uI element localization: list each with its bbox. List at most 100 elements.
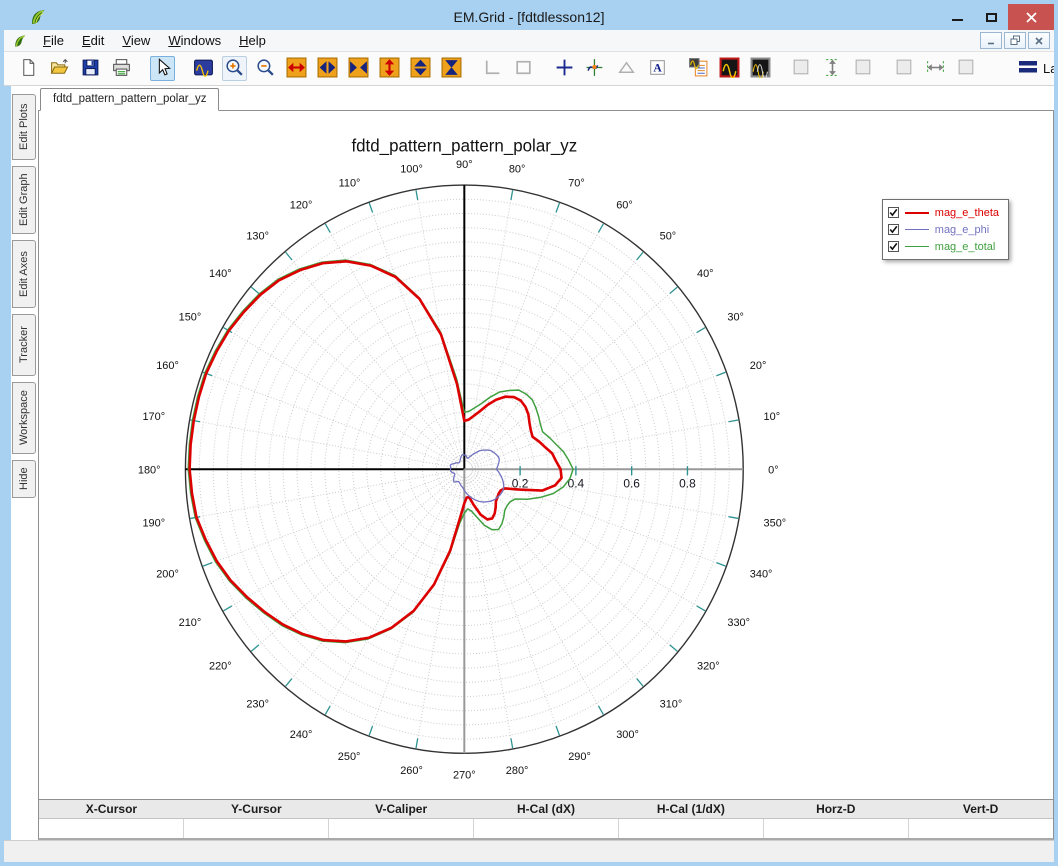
svg-text:240°: 240° <box>290 729 313 741</box>
tracker-column-label: V-Caliper <box>375 802 428 816</box>
print-icon <box>111 57 132 81</box>
zoom-out-button[interactable] <box>253 56 278 81</box>
text-annotation-button[interactable]: A <box>645 56 670 81</box>
zoom-in-icon <box>224 57 245 81</box>
mdi-minimize-icon <box>988 42 994 44</box>
polar-plot-area[interactable]: 0.2 0.4 0.6 0.8 0° 10° 20° 30° 40° 50° 60° 70° 80° 90… <box>38 111 1054 799</box>
svg-text:340°: 340° <box>750 569 773 581</box>
crosshair-button[interactable] <box>552 56 577 81</box>
svg-text:280°: 280° <box>506 765 529 777</box>
menu-item-view[interactable]: View <box>113 31 159 50</box>
document-area: fdtd_pattern_pattern_polar_yz 0.2 0.4 0.6 0… <box>38 86 1054 840</box>
legend-checkbox[interactable] <box>887 207 899 218</box>
pane-left-icon <box>791 57 812 81</box>
corner-axes-button <box>480 56 505 81</box>
legend-checkbox[interactable] <box>887 241 899 252</box>
svg-text:fdtd_pattern_pattern_polar_yz: fdtd_pattern_pattern_polar_yz <box>351 136 577 155</box>
toolbar: A Layout <box>4 52 1054 86</box>
compress-x-button[interactable] <box>346 56 371 81</box>
arrows-y-button[interactable] <box>408 56 433 81</box>
sidebar-tab-strip: Edit Plots Edit Graph Edit Axes Tracker Work… <box>4 86 38 840</box>
window-title: EM.Grid - [fdtdlesson12] <box>453 9 605 25</box>
svg-text:60°: 60° <box>616 200 633 212</box>
compress-y-icon <box>441 57 462 81</box>
multi-graph-button[interactable] <box>748 56 773 81</box>
menu-item-file[interactable]: File <box>34 31 73 50</box>
layout-dropdown-button[interactable]: Layout <box>1011 56 1054 82</box>
compress-y-button[interactable] <box>439 56 464 81</box>
menu-item-help[interactable]: Help <box>230 31 275 50</box>
tracker-column-label: Y-Cursor <box>230 802 282 816</box>
maximize-button[interactable] <box>974 4 1008 30</box>
compress-x-icon <box>348 57 369 81</box>
arrows-x-button[interactable] <box>315 56 340 81</box>
minimize-button[interactable] <box>940 4 974 30</box>
toolbar-group <box>686 56 773 81</box>
svg-text:120°: 120° <box>290 200 313 212</box>
menu-item-windows[interactable]: Windows <box>159 31 230 50</box>
box-axes-button <box>511 56 536 81</box>
svg-text:90°: 90° <box>456 159 473 171</box>
sidebar-tab-edit-axes[interactable]: Edit Axes <box>12 240 36 308</box>
pane-left-2-button <box>892 56 917 81</box>
save-file-button[interactable] <box>78 56 103 81</box>
open-file-button[interactable] <box>47 56 72 81</box>
svg-text:20°: 20° <box>750 360 767 372</box>
fit-vertical-button[interactable] <box>820 56 845 81</box>
tracker-value-cell <box>184 819 329 838</box>
corner-axes-icon <box>482 57 503 81</box>
new-file-button[interactable] <box>16 56 41 81</box>
fit-horizontal-icon <box>925 57 946 81</box>
sidebar-tab-tracker[interactable]: Tracker <box>12 314 36 376</box>
zoom-in-button[interactable] <box>222 56 247 81</box>
svg-text:0.8: 0.8 <box>679 476 696 490</box>
fit-horizontal-button[interactable] <box>923 56 948 81</box>
tracker-column-label: H-Cal (1/dX) <box>656 802 725 816</box>
fit-vertical-icon <box>822 57 843 81</box>
mdi-close-button[interactable] <box>1028 32 1050 49</box>
menu-items: File Edit View Windows Help <box>34 31 275 50</box>
close-button[interactable] <box>1008 4 1054 30</box>
stretch-x-button[interactable] <box>284 56 309 81</box>
document-tab[interactable]: fdtd_pattern_pattern_polar_yz <box>40 88 220 111</box>
legend-checkbox[interactable] <box>887 224 899 235</box>
svg-text:200°: 200° <box>156 569 179 581</box>
pane-right-2-icon <box>956 57 977 81</box>
svg-text:80°: 80° <box>509 163 526 175</box>
sidebar-tab-workspace[interactable]: Workspace <box>12 382 36 454</box>
mdi-close-icon <box>1035 36 1043 45</box>
series-mag_e_total <box>187 259 574 644</box>
pointer-select-button[interactable] <box>150 56 175 81</box>
mdi-restore-icon <box>1010 35 1020 45</box>
mdi-minimize-button[interactable] <box>980 32 1002 49</box>
series-mag_e_theta <box>188 259 563 643</box>
stretch-y-button[interactable] <box>377 56 402 81</box>
svg-text:110°: 110° <box>339 177 361 189</box>
svg-text:10°: 10° <box>764 411 781 423</box>
legend-entry: mag_e_phi <box>887 221 999 238</box>
app-window: EM.Grid - [fdtdlesson12] File Edit View Win… <box>0 0 1058 866</box>
mdi-restore-button[interactable] <box>1004 32 1026 49</box>
sidebar-tab-edit-plots[interactable]: Edit Plots <box>12 94 36 160</box>
svg-text:0.6: 0.6 <box>623 476 640 490</box>
tracker-tool-button[interactable] <box>583 56 608 81</box>
menu-item-edit[interactable]: Edit <box>73 31 113 50</box>
document-tab-bar: fdtd_pattern_pattern_polar_yz <box>38 86 1054 111</box>
legend-entry: mag_e_total <box>887 238 999 255</box>
sidebar-tab-hide[interactable]: Hide <box>12 460 36 498</box>
print-button[interactable] <box>109 56 134 81</box>
svg-text:140°: 140° <box>209 268 232 280</box>
sidebar-tab-edit-graph[interactable]: Edit Graph <box>12 166 36 234</box>
legend-line-sample <box>904 229 929 230</box>
tracker-column-label: Vert-D <box>962 802 999 816</box>
report-view-button[interactable] <box>686 56 711 81</box>
multi-graph-icon <box>750 57 771 81</box>
status-bar <box>4 840 1054 862</box>
svg-text:230°: 230° <box>246 698 269 710</box>
stretch-x-icon <box>286 57 307 81</box>
tracker-header-row: X-Cursor Y-Cursor V-Caliper H-Cal (dX) H-Cal… <box>39 800 1053 819</box>
single-graph-button[interactable] <box>717 56 742 81</box>
zoom-region-button[interactable] <box>191 56 216 81</box>
pane-right-button <box>851 56 876 81</box>
text-annotation-icon: A <box>647 57 668 81</box>
